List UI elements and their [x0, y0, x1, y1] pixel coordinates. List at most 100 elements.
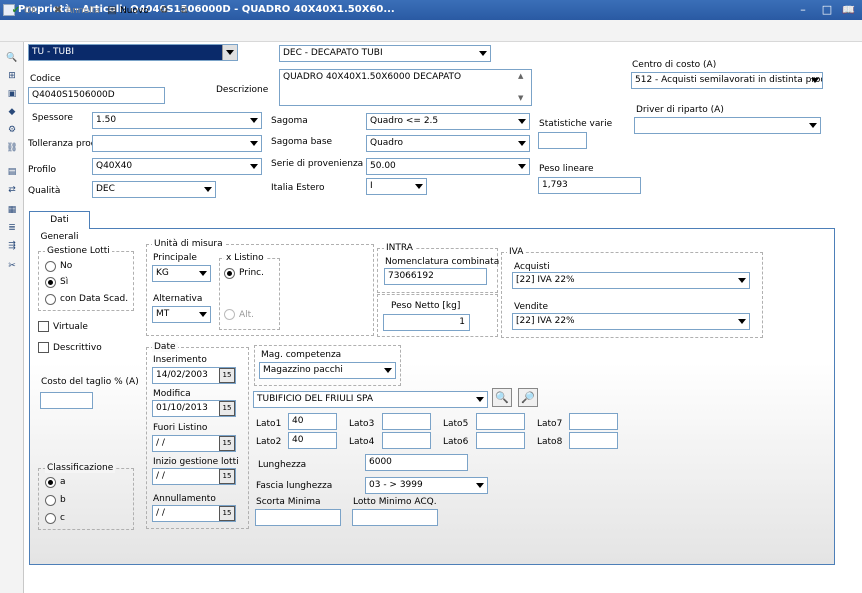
ok-label: OK	[24, 6, 37, 16]
lato2-label: Lato2	[256, 437, 282, 447]
book-button[interactable]: 📖	[842, 3, 856, 19]
hierarchy-icon[interactable]: ⊞	[5, 70, 19, 83]
refresh-button[interactable]: ♻	[158, 3, 172, 19]
scroll-down-icon[interactable]: ▼	[518, 94, 523, 102]
peso-netto-field[interactable]: 1	[383, 314, 470, 331]
documents-icon[interactable]: ▤	[5, 166, 19, 179]
qualita-label: Qualità	[28, 186, 61, 196]
spessore-label: Spessore	[32, 113, 73, 123]
lunghezza-label: Lunghezza	[258, 460, 307, 470]
costo-taglio-field[interactable]	[40, 392, 93, 409]
peso-lineare-field[interactable]: 1,793	[538, 177, 641, 194]
calendar-icon[interactable]: 15	[219, 368, 235, 383]
search-icon[interactable]: 🔍	[5, 52, 19, 65]
virtuale-checkbox[interactable]	[38, 321, 49, 332]
nuovo-button[interactable]: ▤ Nuovo	[106, 3, 152, 19]
statistiche-field[interactable]	[538, 132, 587, 149]
lotto-minimo-label: Lotto Minimo ACQ.	[353, 497, 437, 507]
lato4-field[interactable]	[382, 432, 431, 449]
zoom-search-icon[interactable]: 🔍	[492, 388, 512, 407]
descrizione-field[interactable]: QUADRO 40X40X1.50X6000 DECAPATO	[279, 69, 532, 106]
sottogruppo-select[interactable]: DEC - DECAPATO TUBI	[279, 45, 491, 62]
chevron-down-icon	[809, 123, 817, 128]
layers-icon[interactable]: ≣	[5, 222, 19, 235]
annulla-button[interactable]: ✖ Annulla	[52, 3, 100, 19]
tolleranza-select[interactable]	[92, 135, 262, 152]
calendar-icon[interactable]: 15	[219, 506, 235, 521]
codice-field[interactable]: Q4040S1506000D	[28, 87, 165, 104]
chevron-down-icon	[250, 164, 258, 169]
lato1-field[interactable]: 40	[288, 413, 337, 430]
copy-button[interactable]: ⧉	[178, 3, 192, 19]
centro-costo-select[interactable]: 512 - Acquisti semilavorati in distinta …	[631, 72, 823, 89]
table-icon[interactable]: ▦	[5, 204, 19, 217]
lato6-field[interactable]	[476, 432, 525, 449]
lato5-field[interactable]	[476, 413, 525, 430]
tab-dati-generali[interactable]: Dati Generali	[29, 211, 90, 242]
ok-button[interactable]: ✔ OK	[10, 3, 46, 19]
class-b-radio[interactable]	[45, 495, 56, 506]
class-c-radio[interactable]	[45, 513, 56, 524]
lato3-field[interactable]	[382, 413, 431, 430]
lato7-field[interactable]	[569, 413, 618, 430]
gruppo-select[interactable]: TU - TUBI	[28, 44, 238, 61]
calendar-icon[interactable]: 15	[219, 436, 235, 451]
listino-alt-radio[interactable]	[224, 309, 235, 320]
transfer-icon[interactable]: ⇄	[5, 184, 19, 197]
modifica-label: Modifica	[153, 389, 191, 399]
spessore-select[interactable]: 1.50	[92, 112, 262, 129]
nomenclatura-field[interactable]: 73066192	[384, 268, 487, 285]
class-a-radio[interactable]	[45, 477, 56, 488]
link-icon[interactable]: ⛓	[5, 142, 19, 155]
xlistino-title: x Listino	[224, 253, 266, 263]
profilo-value: Q40X40	[96, 161, 133, 171]
iva-vendite-value: [22] IVA 22%	[516, 316, 575, 326]
folder-icon[interactable]: ▣	[5, 88, 19, 101]
search-icon[interactable]: 🔎	[518, 388, 538, 407]
principale-select[interactable]: KG	[152, 265, 211, 282]
scroll-up-icon[interactable]: ▲	[518, 72, 523, 80]
profilo-select[interactable]: Q40X40	[92, 158, 262, 175]
lotto-minimo-field[interactable]	[352, 509, 438, 526]
gruppo-dropdown-button[interactable]	[222, 45, 237, 60]
tools-icon[interactable]: ✂	[5, 260, 19, 273]
cube-icon[interactable]: ◆	[5, 106, 19, 119]
driver-select[interactable]	[634, 117, 821, 134]
alternativa-select[interactable]: MT	[152, 306, 211, 323]
lato8-field[interactable]	[569, 432, 618, 449]
scorta-field[interactable]	[255, 509, 341, 526]
gruppo-value: TU - TUBI	[32, 47, 74, 57]
sagoma-base-select[interactable]: Quadro	[366, 135, 530, 152]
lato5-label: Lato5	[443, 419, 469, 429]
qualita-select[interactable]: DEC	[92, 181, 216, 198]
serie-label: Serie di provenienza	[271, 159, 364, 169]
calendar-icon[interactable]: 15	[219, 469, 235, 484]
lato2-field[interactable]: 40	[288, 432, 337, 449]
settings-icon[interactable]: ⚙	[5, 124, 19, 137]
fornitore-select[interactable]: TUBIFICIO DEL FRIULI SPA	[253, 391, 488, 408]
sagoma-label: Sagoma	[271, 116, 308, 126]
lotti-no-radio[interactable]	[45, 261, 56, 272]
toolbar	[0, 20, 862, 42]
lotti-con-data-radio[interactable]	[45, 294, 56, 305]
lunghezza-field[interactable]: 6000	[365, 454, 468, 471]
tolleranza-label: Tolleranza prod	[28, 139, 97, 149]
serie-select[interactable]: 50.00	[366, 158, 530, 175]
italia-estero-select[interactable]: I	[366, 178, 427, 195]
minimize-icon[interactable]: –	[794, 2, 812, 18]
sagoma-select[interactable]: Quadro <= 2.5	[366, 113, 530, 130]
iva-acquisti-select[interactable]: [22] IVA 22%	[512, 272, 750, 289]
listino-princ-radio[interactable]	[224, 268, 235, 279]
maximize-icon[interactable]: □	[818, 2, 836, 18]
calendar-icon[interactable]: 15	[219, 401, 235, 416]
iva-vendite-select[interactable]: [22] IVA 22%	[512, 313, 750, 330]
lato1-label: Lato1	[256, 419, 282, 429]
mag-select[interactable]: Magazzino pacchi	[259, 362, 396, 379]
new-document-icon: ▤	[107, 5, 117, 16]
italia-estero-value: I	[370, 181, 373, 191]
lotti-si-radio[interactable]	[45, 277, 56, 288]
list-icon[interactable]: ⇶	[5, 240, 19, 253]
fascia-select[interactable]: 03 - > 3999	[365, 477, 488, 494]
annullamento-label: Annullamento	[153, 494, 216, 504]
descrittivo-checkbox[interactable]	[38, 342, 49, 353]
